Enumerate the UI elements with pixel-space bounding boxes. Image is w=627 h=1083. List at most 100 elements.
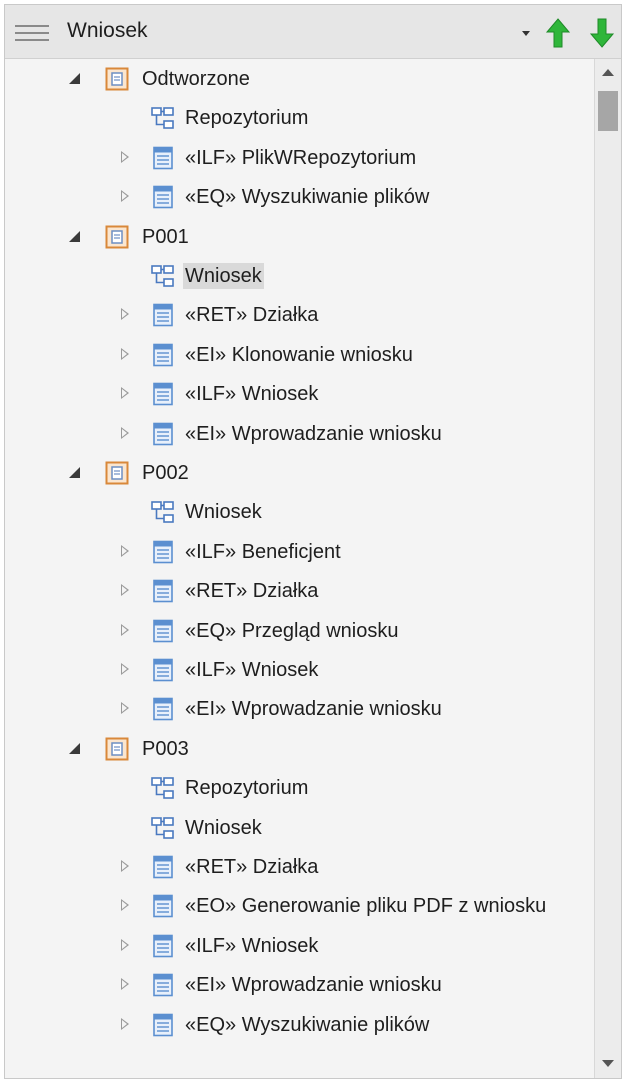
tree-item-label[interactable]: Wniosek [183,815,264,841]
collapsed-arrow-icon[interactable] [117,937,135,955]
tree-item-label[interactable]: «RET» Działka [183,854,320,880]
collapsed-arrow-icon[interactable] [117,306,135,324]
tree-row[interactable]: «RET» Działka [5,849,595,885]
tree-row[interactable]: «ILF» Wniosek [5,652,595,688]
tree-row[interactable]: «EQ» Wyszukiwanie plików [5,179,595,215]
collapsed-arrow-icon[interactable] [117,425,135,443]
tree-row[interactable]: «EI» Wprowadzanie wniosku [5,416,595,452]
tree-item-label[interactable]: «ILF» Wniosek [183,657,320,683]
element-icon [151,934,175,958]
dropdown-caret-icon[interactable] [522,31,530,36]
tree-item-label[interactable]: «ILF» Beneficjent [183,539,343,565]
diagram-icon [151,106,175,130]
header-title: Wniosek [67,19,148,42]
collapsed-arrow-icon[interactable] [117,661,135,679]
tree-item-label[interactable]: P001 [140,224,191,250]
tree-row[interactable]: «ILF» PlikWRepozytorium [5,140,595,176]
tree-row[interactable]: «EO» Generowanie pliku PDF z wniosku [5,888,595,924]
element-icon [151,619,175,643]
green-down-arrow-icon [589,18,615,48]
vertical-scrollbar[interactable] [594,59,621,1078]
tree-item-label[interactable]: «ILF» Wniosek [183,933,320,959]
tree-row[interactable]: «EQ» Przegląd wniosku [5,613,595,649]
collapsed-arrow-icon[interactable] [117,346,135,364]
tree-row[interactable]: Repozytorium [5,770,595,806]
collapsed-arrow-icon[interactable] [117,976,135,994]
tree-item-label[interactable]: Odtworzone [140,66,252,92]
green-up-arrow-icon [545,18,571,48]
element-icon [151,303,175,327]
tree-row[interactable]: «EI» Wprowadzanie wniosku [5,691,595,727]
tree-item-label[interactable]: «EQ» Przegląd wniosku [183,618,400,644]
collapsed-arrow-icon[interactable] [117,188,135,206]
tree-item-label[interactable]: «ILF» Wniosek [183,381,320,407]
tree-row[interactable]: P002 [5,455,595,491]
project-tree: Odtworzone Repozytorium «ILF» PlikWRepozyt… [5,59,595,1078]
expanded-arrow-icon[interactable] [67,740,85,758]
tree-row[interactable]: Repozytorium [5,100,595,136]
element-icon [151,1013,175,1037]
diagram-icon [151,776,175,800]
tree-row[interactable]: Wniosek [5,258,595,294]
tree-row[interactable]: «ILF» Wniosek [5,928,595,964]
tree-item-label[interactable]: «EQ» Wyszukiwanie plików [183,1012,431,1038]
tree-row[interactable]: «ILF» Wniosek [5,376,595,412]
element-icon [151,894,175,918]
tree-item-label[interactable]: P003 [140,736,191,762]
tree-row[interactable]: «RET» Działka [5,297,595,333]
element-icon [151,973,175,997]
scroll-thumb[interactable] [598,91,618,131]
collapsed-arrow-icon[interactable] [117,1016,135,1034]
tree-item-label[interactable]: «EO» Generowanie pliku PDF z wniosku [183,893,548,919]
tree-item-label[interactable]: «EI» Wprowadzanie wniosku [183,972,444,998]
tree-item-label[interactable]: Wniosek [183,263,264,289]
tree-item-label[interactable]: «EI» Wprowadzanie wniosku [183,696,444,722]
diagram-icon [151,816,175,840]
expanded-arrow-icon[interactable] [67,464,85,482]
move-down-button[interactable] [589,17,615,49]
package-icon [105,461,129,485]
expanded-arrow-icon[interactable] [67,70,85,88]
collapsed-arrow-icon[interactable] [117,582,135,600]
element-icon [151,540,175,564]
tree-row[interactable]: «EQ» Wyszukiwanie plików [5,1007,595,1043]
tree-row[interactable]: P003 [5,731,595,767]
scroll-down-button[interactable] [595,1050,621,1078]
tree-item-label[interactable]: «ILF» PlikWRepozytorium [183,145,418,171]
tree-item-label[interactable]: Repozytorium [183,775,310,801]
collapsed-arrow-icon[interactable] [117,385,135,403]
collapsed-arrow-icon[interactable] [117,897,135,915]
scroll-up-button[interactable] [595,59,621,87]
tree-row[interactable]: P001 [5,219,595,255]
diagram-icon [151,500,175,524]
tree-item-label[interactable]: «EI» Klonowanie wniosku [183,342,415,368]
tree-row[interactable]: Wniosek [5,810,595,846]
element-icon [151,697,175,721]
tree-item-label[interactable]: «EQ» Wyszukiwanie plików [183,184,431,210]
collapsed-arrow-icon[interactable] [117,543,135,561]
tree-row[interactable]: Odtworzone [5,61,595,97]
tree-item-label[interactable]: Wniosek [183,499,264,525]
panel-header: Wniosek [5,5,621,59]
tree-item-label[interactable]: P002 [140,460,191,486]
menu-icon[interactable] [15,25,49,41]
tree-row[interactable]: «RET» Działka [5,573,595,609]
collapsed-arrow-icon[interactable] [117,858,135,876]
move-up-button[interactable] [545,17,571,49]
project-browser-panel: Wniosek Odtworzone Repozytorium «ILF» Plik… [4,4,622,1079]
element-icon [151,658,175,682]
tree-item-label[interactable]: Repozytorium [183,105,310,131]
package-icon [105,67,129,91]
tree-item-label[interactable]: «RET» Działka [183,302,320,328]
tree-row[interactable]: «EI» Wprowadzanie wniosku [5,967,595,1003]
tree-item-label[interactable]: «EI» Wprowadzanie wniosku [183,421,444,447]
collapsed-arrow-icon[interactable] [117,149,135,167]
element-icon [151,343,175,367]
tree-row[interactable]: Wniosek [5,494,595,530]
collapsed-arrow-icon[interactable] [117,700,135,718]
tree-row[interactable]: «ILF» Beneficjent [5,534,595,570]
tree-item-label[interactable]: «RET» Działka [183,578,320,604]
expanded-arrow-icon[interactable] [67,228,85,246]
collapsed-arrow-icon[interactable] [117,622,135,640]
tree-row[interactable]: «EI» Klonowanie wniosku [5,337,595,373]
